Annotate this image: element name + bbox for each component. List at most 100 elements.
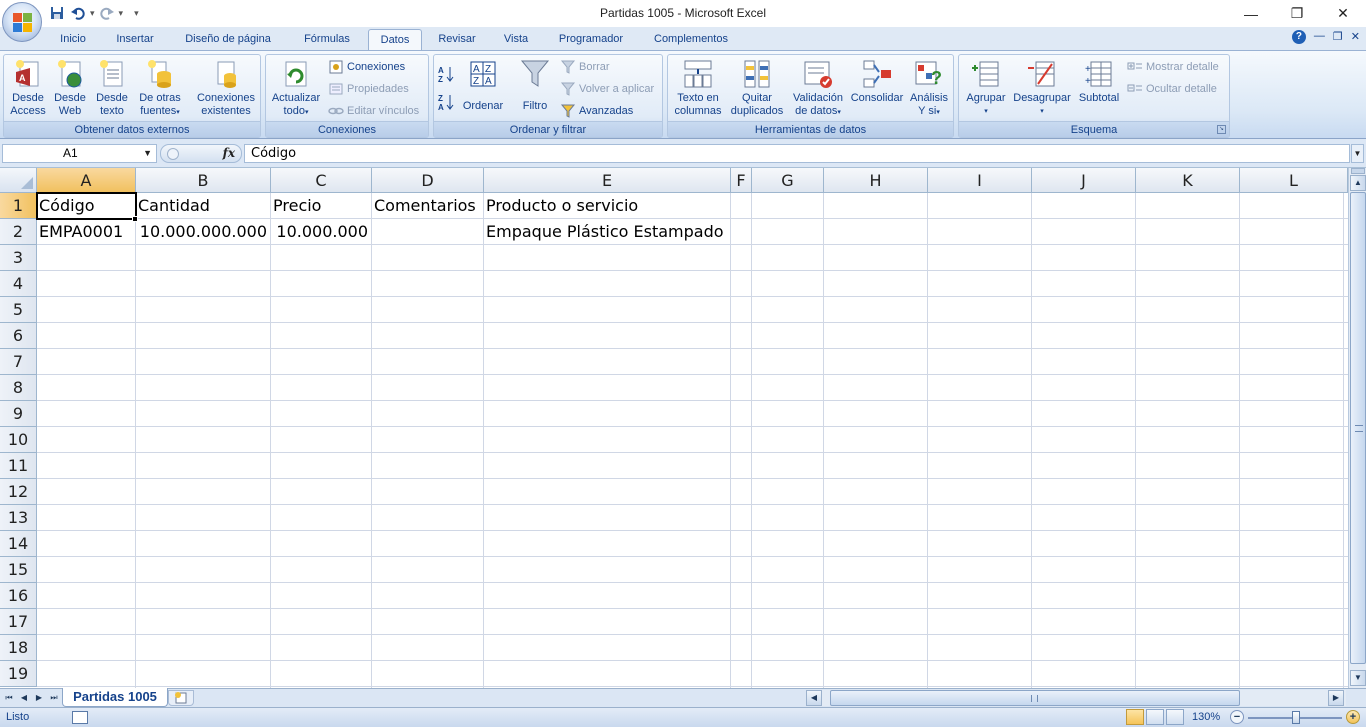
properties-button[interactable]: Propiedades [328,79,409,99]
other-sources-button[interactable]: De otras fuentes▾ [134,58,186,119]
row-header-5[interactable]: 5 [0,297,37,323]
from-text-button[interactable]: Desde texto [92,58,132,118]
tab-diseno-pagina[interactable]: Diseño de página [172,29,284,50]
column-header-a[interactable]: A [37,168,136,193]
zoom-out-button[interactable]: − [1230,710,1244,724]
name-box[interactable]: A1 ▼ [2,144,157,163]
scroll-right-button[interactable]: ▶ [1328,690,1344,706]
row-header-18[interactable]: 18 [0,635,37,661]
row-header-12[interactable]: 12 [0,479,37,505]
insert-sheet-icon[interactable] [168,690,194,706]
row-header-6[interactable]: 6 [0,323,37,349]
from-access-button[interactable]: A Desde Access [6,58,50,118]
row-header-17[interactable]: 17 [0,609,37,635]
reapply-button[interactable]: Volver a aplicar [560,79,654,99]
row-header-8[interactable]: 8 [0,375,37,401]
help-icon[interactable]: ? [1291,30,1306,44]
ribbon-close-icon[interactable]: ✕ [1351,30,1360,44]
macro-record-icon[interactable] [72,711,88,724]
remove-duplicates-button[interactable]: Quitar duplicados [728,58,786,118]
page-layout-view-icon[interactable] [1146,709,1164,725]
row-header-16[interactable]: 16 [0,583,37,609]
fill-handle[interactable] [132,216,138,222]
ungroup-button[interactable]: Desagrupar ▾ [1011,58,1073,118]
tab-revisar[interactable]: Revisar [430,29,484,50]
cell-e2[interactable]: Empaque Plástico Estampado [484,219,730,244]
row-header-9[interactable]: 9 [0,401,37,427]
ribbon-restore-icon[interactable]: ❐ [1333,30,1343,44]
sort-button[interactable]: AZZA Ordenar [458,58,508,113]
horizontal-scroll-thumb[interactable] [830,690,1240,706]
scroll-up-button[interactable]: ▲ [1350,175,1366,191]
hide-detail-button[interactable]: Ocultar detalle [1127,79,1217,99]
sort-az-button[interactable]: AZ [438,63,454,84]
normal-view-icon[interactable] [1126,709,1144,725]
outline-dialog-launcher-icon[interactable]: ↘ [1217,125,1226,134]
row-header-1[interactable]: 1 [0,193,37,219]
tab-complementos[interactable]: Complementos [644,29,738,50]
cell-d1[interactable]: Comentarios [372,193,483,218]
show-detail-button[interactable]: Mostrar detalle [1127,57,1219,77]
tab-programador[interactable]: Programador [548,29,634,50]
row-header-2[interactable]: 2 [0,219,37,245]
sort-za-button[interactable]: ZA [438,91,454,112]
vertical-scrollbar[interactable]: ▲ ▼ [1348,168,1366,688]
row-header-4[interactable]: 4 [0,271,37,297]
last-sheet-icon[interactable]: ⏭ [47,691,61,705]
filter-button[interactable]: Filtro [514,58,556,113]
expand-formula-bar-button[interactable]: ▼ [1351,144,1364,163]
ribbon-minimize-icon[interactable]: — [1314,30,1325,44]
scroll-down-button[interactable]: ▼ [1350,670,1366,686]
column-header-c[interactable]: C [271,168,372,193]
row-header-15[interactable]: 15 [0,557,37,583]
clear-filter-button[interactable]: Borrar [560,57,610,77]
advanced-filter-button[interactable]: Avanzadas [560,101,633,121]
cell-e1[interactable]: Producto o servicio [484,193,730,218]
what-if-button[interactable]: ? Análisis Y si▾ [906,58,952,119]
group-button[interactable]: Agrupar ▾ [963,58,1009,118]
select-all-button[interactable] [0,168,37,193]
tab-datos[interactable]: Datos [368,29,422,50]
column-header-d[interactable]: D [372,168,484,193]
column-header-k[interactable]: K [1136,168,1240,193]
row-header-3[interactable]: 3 [0,245,37,271]
tab-inicio[interactable]: Inicio [50,29,96,50]
column-header-f[interactable]: F [731,168,752,193]
insert-function-button[interactable]: fx [223,146,235,160]
edit-links-button[interactable]: Editar vínculos [328,101,419,121]
row-header-13[interactable]: 13 [0,505,37,531]
from-web-button[interactable]: Desde Web [50,58,90,118]
column-header-h[interactable]: H [824,168,928,193]
row-header-11[interactable]: 11 [0,453,37,479]
zoom-slider-thumb[interactable] [1292,711,1300,724]
first-sheet-icon[interactable]: ⏮ [2,691,16,705]
data-validation-button[interactable]: Validación de datos▾ [788,58,848,119]
cell-a2[interactable]: EMPA0001 [37,219,135,244]
column-header-i[interactable]: I [928,168,1032,193]
existing-connections-button[interactable]: Conexiones existentes [194,58,258,118]
page-break-view-icon[interactable] [1166,709,1184,725]
tab-insertar[interactable]: Insertar [106,29,164,50]
chevron-down-icon[interactable]: ▼ [143,145,152,162]
cell-c2[interactable]: 10.000.000 [271,219,371,244]
horizontal-scrollbar[interactable]: ◀ ▶ [806,690,1346,706]
sheet-tab-partidas[interactable]: Partidas 1005 [62,688,168,707]
column-header-l[interactable]: L [1240,168,1348,193]
minimize-button[interactable]: — [1228,0,1274,27]
cell-b1[interactable]: Cantidad [136,193,270,218]
close-button[interactable]: ✕ [1320,0,1366,27]
consolidate-button[interactable]: Consolidar [848,58,906,105]
restore-button[interactable]: ❐ [1274,0,1320,27]
row-header-10[interactable]: 10 [0,427,37,453]
tab-formulas[interactable]: Fórmulas [294,29,360,50]
cell-b2[interactable]: 10.000.000.000 [136,219,270,244]
connections-button[interactable]: Conexiones [328,57,405,77]
column-header-e[interactable]: E [484,168,731,193]
tab-vista[interactable]: Vista [494,29,538,50]
vertical-scroll-thumb[interactable] [1350,192,1366,664]
refresh-all-button[interactable]: Actualizar todo▾ [268,58,324,119]
row-header-19[interactable]: 19 [0,661,37,687]
prev-sheet-icon[interactable]: ◀ [17,691,31,705]
text-to-columns-button[interactable]: Texto en columnas [670,58,726,118]
column-header-g[interactable]: G [752,168,824,193]
